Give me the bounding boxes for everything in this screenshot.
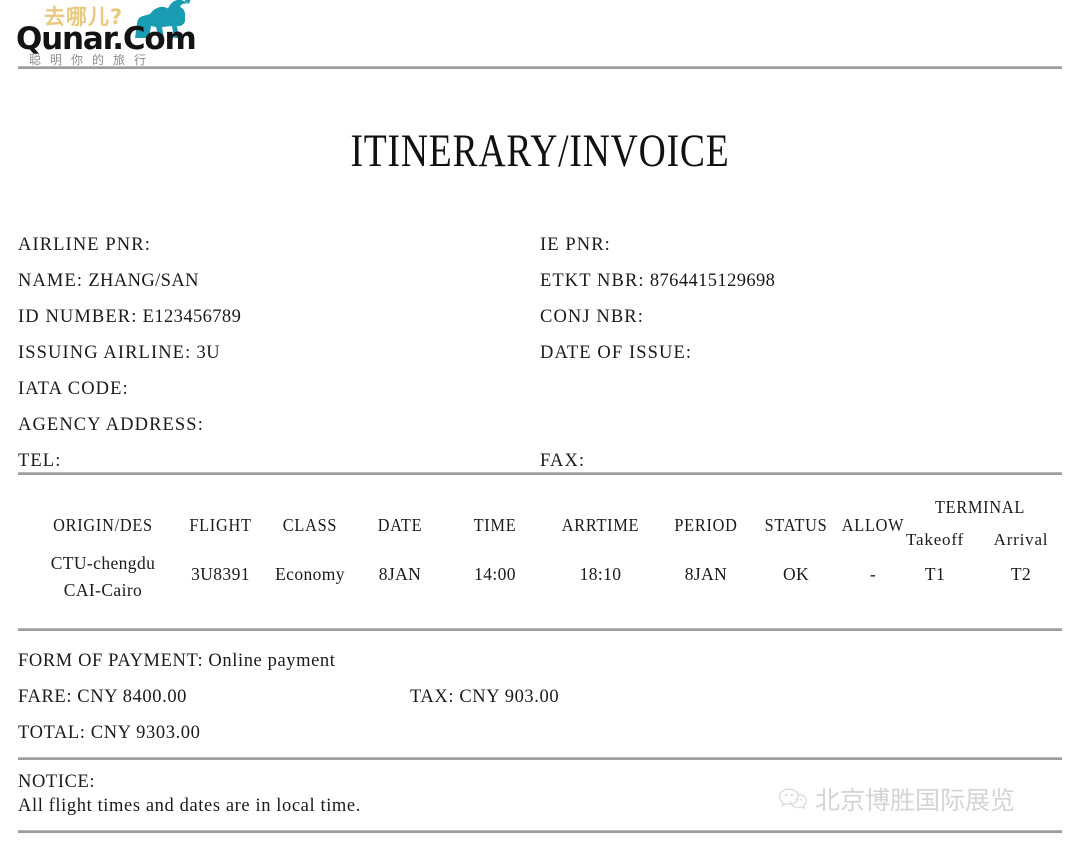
- table-header-row: ORIGIN/DES FLIGHT CLASS DATE TIME ARRTIM…: [18, 492, 1062, 549]
- info-row-etkt-nbr: ETKT NBR: 8764415129698: [540, 266, 775, 302]
- column-header-terminal-arrival: Arrival: [993, 530, 1049, 549]
- divider-info: [18, 472, 1062, 475]
- table-row: CTU-chengdu CAI-Cairo 3U8391 Economy 8JA…: [18, 548, 1062, 608]
- masthead: 去哪儿? Qunar.Com 聪明你的旅行: [0, 0, 1080, 68]
- qunar-logo[interactable]: 去哪儿? Qunar.Com 聪明你的旅行: [16, 0, 216, 68]
- info-row-tel: TEL:: [18, 446, 241, 482]
- info-row-date-of-issue: DATE OF ISSUE:: [540, 338, 775, 374]
- info-label-tel: TEL:: [18, 451, 62, 471]
- info-row-airline-pnr: AIRLINE PNR:: [18, 230, 241, 266]
- notice-heading: NOTICE:: [18, 772, 96, 792]
- column-header-arrtime: ARRTIME: [561, 515, 640, 535]
- payment-row-form: FORM OF PAYMENT: Online payment: [18, 646, 1062, 682]
- info-row-spacer-2: [540, 410, 775, 446]
- info-row-conj-nbr: CONJ NBR:: [540, 302, 775, 338]
- column-header-origin-des: ORIGIN/DES: [53, 515, 153, 535]
- notice-section: NOTICE: All flight times and dates are i…: [18, 771, 718, 819]
- info-label-ie-pnr: IE PNR:: [540, 235, 611, 255]
- info-row-issuing-airline: ISSUING AIRLINE: 3U: [18, 338, 241, 374]
- payment-value-form: Online payment: [208, 651, 336, 671]
- info-column-right: IE PNR: ETKT NBR: 8764415129698 CONJ NBR…: [540, 230, 775, 482]
- notice-text: All flight times and dates are in local …: [18, 796, 361, 816]
- payment-label-form: FORM OF PAYMENT:: [18, 651, 204, 671]
- divider-table: [18, 628, 1062, 631]
- payment-section: FORM OF PAYMENT: Online payment FARE: CN…: [18, 646, 1062, 754]
- cell-terminal-arrival: T2: [1010, 564, 1032, 584]
- payment-value-total: CNY 9303.00: [90, 723, 201, 743]
- info-label-issuing-airline: ISSUING AIRLINE:: [18, 343, 192, 363]
- payment-label-fare: FARE:: [18, 687, 73, 707]
- info-row-id-number: ID NUMBER: E123456789: [18, 302, 241, 338]
- info-row-name: NAME: ZHANG/SAN: [18, 266, 241, 302]
- payment-value-fare: CNY 8400.00: [77, 687, 188, 707]
- info-row-fax: FAX:: [540, 446, 775, 482]
- payment-row-total: TOTAL: CNY 9303.00: [18, 718, 1062, 754]
- payment-label-total: TOTAL:: [18, 723, 86, 743]
- page-title: ITINERARY/INVOICE: [350, 125, 730, 177]
- info-label-airline-pnr: AIRLINE PNR:: [18, 235, 151, 255]
- info-label-agency-address: AGENCY ADDRESS:: [18, 415, 204, 435]
- info-row-iata-code: IATA CODE:: [18, 374, 241, 410]
- info-label-conj-nbr: CONJ NBR:: [540, 307, 644, 327]
- payment-row-fare-tax: FARE: CNY 8400.00 TAX: CNY 903.00: [18, 682, 1062, 718]
- info-label-fax: FAX:: [540, 451, 586, 471]
- info-label-id-number: ID NUMBER:: [18, 307, 138, 327]
- info-label-etkt-nbr: ETKT NBR:: [540, 271, 645, 291]
- info-label-iata-code: IATA CODE:: [18, 379, 129, 399]
- info-value-id-number: E123456789: [142, 307, 242, 327]
- payment-value-tax: CNY 903.00: [459, 687, 560, 707]
- payment-tax-group: TAX: CNY 903.00: [410, 682, 559, 712]
- info-value-etkt-nbr: 8764415129698: [649, 271, 776, 291]
- info-column-left: AIRLINE PNR: NAME: ZHANG/SAN ID NUMBER: …: [18, 230, 241, 482]
- divider-top: [18, 66, 1062, 69]
- flight-segments-table: ORIGIN/DES FLIGHT CLASS DATE TIME ARRTIM…: [18, 492, 1062, 608]
- info-row-ie-pnr: IE PNR:: [540, 230, 775, 266]
- watermark-text: 北京博胜国际展览: [815, 786, 1016, 815]
- wechat-icon: [778, 788, 808, 810]
- watermark: 北京博胜国际展览: [778, 782, 1015, 816]
- info-row-spacer-1: [540, 374, 775, 410]
- divider-bottom: [18, 830, 1062, 833]
- info-value-issuing-airline: 3U: [196, 343, 220, 363]
- info-label-date-of-issue: DATE OF ISSUE:: [540, 343, 693, 363]
- payment-label-tax: TAX:: [410, 687, 455, 707]
- info-value-name: ZHANG/SAN: [88, 271, 199, 291]
- column-header-terminal: TERMINAL: [934, 497, 1026, 517]
- divider-payment: [18, 757, 1062, 760]
- column-header-time: TIME: [473, 515, 517, 535]
- info-label-name: NAME:: [18, 271, 84, 291]
- info-row-agency-address: AGENCY ADDRESS:: [18, 410, 241, 446]
